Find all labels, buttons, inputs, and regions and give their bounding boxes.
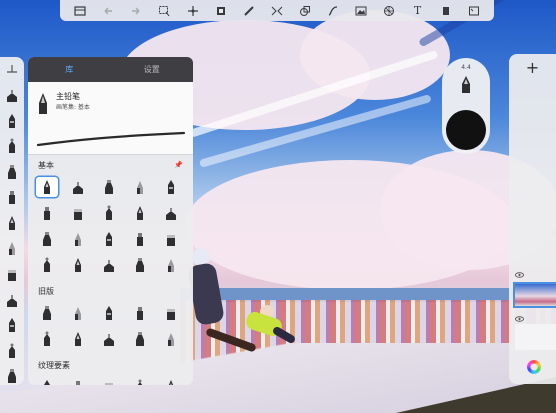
brush-icon[interactable] [129,177,151,197]
import-image-icon[interactable] [352,2,370,20]
canvas-figure-rider-front [232,305,298,353]
brush-icon[interactable] [98,177,120,197]
brush-icon[interactable] [3,138,21,156]
brush-icon[interactable] [160,229,182,249]
brush-icon[interactable] [36,377,58,385]
symmetry-icon[interactable] [268,2,286,20]
ruler-icon[interactable] [240,2,258,20]
brush-size-label: 4.4 [461,64,471,71]
panel-tabs: 库 设置 [28,57,193,82]
brush-icon[interactable] [98,203,120,223]
brush-icon[interactable] [3,291,21,309]
brush-icon[interactable] [98,329,120,349]
brush-icon[interactable] [3,163,21,181]
transform-icon[interactable] [184,2,202,20]
brush-icon[interactable] [129,229,151,249]
brush-icon[interactable] [36,329,58,349]
brush-section-header[interactable]: 旧版 [28,281,193,301]
current-brush-name: 主铅笔 [56,92,80,101]
brush-grid [28,301,193,355]
brush-library-panel: 库 设置 主铅笔 画笔集: 基本 基本 📌 旧版纹理要素 [28,57,193,385]
brush-icon[interactable] [67,203,89,223]
brush-icon[interactable] [160,377,182,385]
section-title: 纹理要素 [38,360,70,370]
curve-icon[interactable] [324,2,342,20]
crop-icon[interactable] [212,2,230,20]
active-brush-icon [460,74,472,94]
brush-icon[interactable] [98,255,120,275]
brush-icon[interactable] [36,177,58,197]
brush-icon[interactable] [67,303,89,323]
brush-icon[interactable] [36,255,58,275]
add-layer-button[interactable]: + [509,58,556,77]
eye-icon[interactable] [515,316,524,324]
brush-icon[interactable] [67,255,89,275]
brush-icon[interactable] [129,377,151,385]
ruler-guide-icon[interactable] [3,61,21,79]
brush-icon[interactable] [3,342,21,360]
tab-settings[interactable]: 设置 [111,57,194,82]
perspective-grid-icon[interactable] [380,2,398,20]
selection-icon[interactable] [155,2,173,20]
layer-panel: + [509,54,556,384]
brush-icon[interactable] [36,229,58,249]
shape-icon[interactable] [296,2,314,20]
brush-icon[interactable] [160,303,182,323]
color-swatch[interactable] [446,110,486,150]
pencil-brush-icon [36,91,50,115]
pin-icon[interactable]: 📌 [174,161,183,169]
brush-icon[interactable] [129,255,151,275]
brush-puck[interactable]: 4.4 [442,58,490,154]
brush-icon[interactable] [160,255,182,275]
brush-quick-strip [0,57,24,385]
brush-icon[interactable] [98,229,120,249]
top-toolbar: T [60,0,494,21]
redo-icon[interactable] [127,2,145,20]
brush-icon[interactable] [67,377,89,385]
brush-grid [28,375,193,385]
brush-icon[interactable] [67,329,89,349]
eye-icon[interactable] [515,272,524,280]
text-icon[interactable]: T [409,2,427,20]
brush-section-header[interactable]: 基本 📌 [28,155,193,175]
current-brush-card[interactable]: 主铅笔 画笔集: 基本 [28,82,193,155]
section-title: 基本 [38,160,54,170]
brush-grid [28,175,193,281]
brush-icon[interactable] [3,316,21,334]
brush-icon[interactable] [129,303,151,323]
brush-icon[interactable] [3,367,21,385]
brush-icon[interactable] [36,203,58,223]
undo-icon[interactable] [99,2,117,20]
brush-icon[interactable] [3,189,21,207]
brush-icon[interactable] [129,203,151,223]
brush-icon[interactable] [3,214,21,232]
brush-icon[interactable] [98,377,120,385]
section-title: 旧版 [38,286,54,296]
brush-icon[interactable] [3,112,21,130]
brush-icon[interactable] [98,303,120,323]
brush-section-header[interactable]: 纹理要素 [28,355,193,375]
layer-thumbnail-active[interactable] [513,282,556,308]
gallery-icon[interactable] [71,2,89,20]
brush-icon[interactable] [3,265,21,283]
fullscreen-icon[interactable] [465,2,483,20]
brush-icon[interactable] [160,177,182,197]
brush-icon[interactable] [3,87,21,105]
brush-icon[interactable] [67,229,89,249]
layer-thumbnail[interactable] [515,324,556,350]
flipbook-icon[interactable] [437,2,455,20]
brush-icon[interactable] [3,240,21,258]
brush-icon[interactable] [129,329,151,349]
brush-icon[interactable] [36,303,58,323]
tab-library[interactable]: 库 [28,57,111,82]
brush-icon[interactable] [67,177,89,197]
brush-stroke-preview [36,131,186,147]
color-wheel-icon[interactable] [527,360,541,374]
brush-icon[interactable] [160,329,182,349]
brush-icon[interactable] [160,203,182,223]
current-brush-set: 画笔集: 基本 [56,104,90,111]
brush-sections: 基本 📌 旧版纹理要素 [28,155,193,385]
